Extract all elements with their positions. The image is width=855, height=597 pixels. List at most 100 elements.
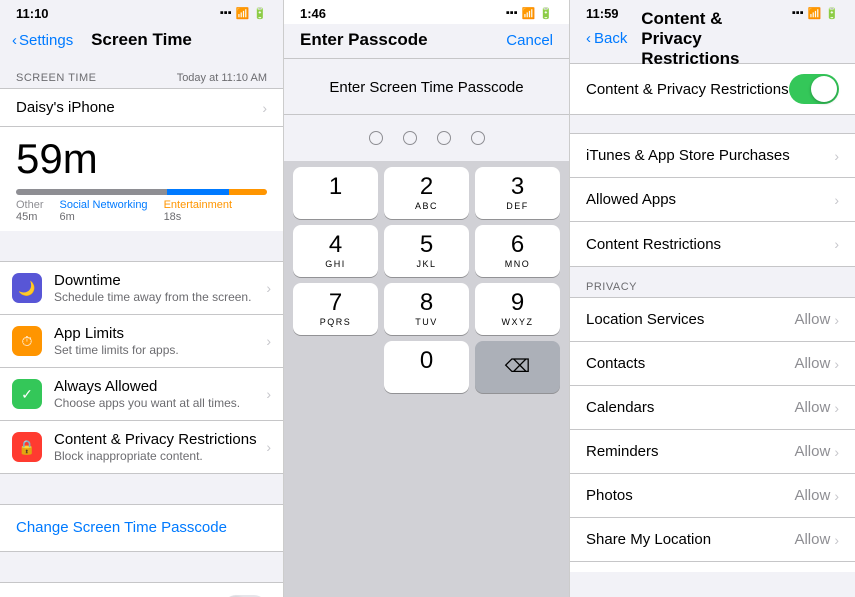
content-privacy-row[interactable]: 🔒 Content & Privacy Restrictions Block i… — [0, 421, 283, 473]
battery-icon-2: 🔋 — [539, 7, 553, 20]
key-1[interactable]: 1 — [293, 167, 378, 219]
key-0[interactable]: 0 — [384, 341, 469, 393]
section-label: SCREEN TIME — [16, 72, 96, 84]
section-gap-2 — [0, 474, 283, 492]
passcode-title: Enter Passcode — [300, 30, 428, 50]
status-bar-1: 11:10 ▪▪▪ 📶 🔋 — [0, 0, 283, 24]
passcode-panel: 1:46 ▪▪▪ 📶 🔋 Enter Passcode Cancel Enter… — [283, 0, 570, 597]
app-limits-row[interactable]: ⏱ App Limits Set time limits for apps. › — [0, 315, 283, 368]
itunes-right: › — [834, 148, 839, 164]
battery-icon-1: 🔋 — [253, 7, 267, 20]
section-gap-3 — [0, 552, 283, 570]
location-chevron-icon: › — [834, 312, 839, 328]
share-location-right: Allow › — [794, 531, 839, 548]
signal-icon-3: ▪▪▪ — [792, 7, 804, 19]
signal-icon-1: ▪▪▪ — [220, 7, 232, 19]
dot-2 — [403, 131, 417, 145]
share-location-row[interactable]: Share My Location Allow › — [570, 518, 855, 562]
passcode-prompt: Enter Screen Time Passcode — [284, 59, 569, 115]
key-empty — [293, 341, 378, 393]
wifi-icon-2: 📶 — [522, 7, 536, 20]
content-privacy-icon: 🔒 — [12, 432, 42, 462]
key-5[interactable]: 5 JKL — [384, 225, 469, 277]
section-date: Today at 11:10 AM — [177, 72, 267, 84]
keypad-row-1: 1 2 ABC 3 DEF — [290, 167, 563, 219]
downtime-chevron-icon: › — [266, 280, 271, 296]
bar-label-other: Other 45m — [16, 199, 44, 223]
reminders-chevron-icon: › — [834, 444, 839, 460]
key-2[interactable]: 2 ABC — [384, 167, 469, 219]
always-allowed-row[interactable]: ✓ Always Allowed Choose apps you want at… — [0, 368, 283, 421]
keypad-row-3: 7 PQRS 8 TUV 9 WXYZ — [290, 283, 563, 335]
calendars-row[interactable]: Calendars Allow › — [570, 386, 855, 430]
photos-right: Allow › — [794, 487, 839, 504]
back-button-3[interactable]: ‹ Back — [586, 30, 627, 47]
status-icons-3: ▪▪▪ 📶 🔋 — [792, 7, 839, 20]
content-privacy-toggle-label: Content & Privacy Restrictions — [586, 81, 789, 98]
settings-back-button[interactable]: ‹ Settings — [12, 32, 73, 49]
location-services-row[interactable]: Location Services Allow › — [570, 298, 855, 342]
calendars-chevron-icon: › — [834, 400, 839, 416]
time-3: 11:59 — [586, 6, 619, 21]
downtime-text: Downtime Schedule time away from the scr… — [54, 272, 260, 304]
usage-bar-chart: Other 45m Social Networking 6m Entertain… — [0, 185, 283, 231]
device-row[interactable]: Daisy's iPhone › — [0, 88, 283, 127]
content-restrictions-row[interactable]: Content Restrictions › — [570, 222, 855, 266]
section-gap-1 — [0, 231, 283, 249]
signal-icon-2: ▪▪▪ — [506, 7, 518, 19]
share-location-chevron-icon: › — [834, 532, 839, 548]
allowed-apps-row[interactable]: Allowed Apps › — [570, 178, 855, 222]
screen-time-panel: 11:10 ▪▪▪ 📶 🔋 ‹ Settings Screen Time SCR… — [0, 0, 283, 597]
bar-track — [16, 189, 267, 195]
dot-4 — [471, 131, 485, 145]
time-2: 1:46 — [300, 6, 326, 21]
share-group: Share Across Devices You can enable this… — [0, 582, 283, 597]
photos-chevron-icon: › — [834, 488, 839, 504]
time-display: 59m — [0, 127, 283, 185]
bluetooth-row[interactable]: Bluetooth Sharing Allow › — [570, 562, 855, 572]
chevron-left-icon-3: ‹ — [586, 30, 591, 47]
keypad-row-4: 0 ⌫ — [290, 341, 563, 393]
app-limits-text: App Limits Set time limits for apps. — [54, 325, 260, 357]
dot-3 — [437, 131, 451, 145]
app-limits-chevron-icon: › — [266, 333, 271, 349]
itunes-row[interactable]: iTunes & App Store Purchases › — [570, 134, 855, 178]
dot-1 — [369, 131, 383, 145]
delete-key[interactable]: ⌫ — [475, 341, 560, 393]
app-limits-icon: ⏱ — [12, 326, 42, 356]
itunes-chevron-icon: › — [834, 148, 839, 164]
bar-label-entertainment: Entertainment 18s — [164, 199, 232, 223]
chevron-left-icon: ‹ — [12, 32, 17, 49]
content-privacy-toggle-row: Content & Privacy Restrictions — [570, 63, 855, 115]
key-8[interactable]: 8 TUV — [384, 283, 469, 335]
content-privacy-toggle[interactable] — [789, 74, 839, 104]
screen-time-title: Screen Time — [91, 30, 192, 50]
change-passcode-label: Change Screen Time Passcode — [16, 519, 227, 536]
change-passcode-row[interactable]: Change Screen Time Passcode — [0, 504, 283, 552]
device-chevron-icon: › — [262, 100, 267, 116]
status-bar-2: 1:46 ▪▪▪ 📶 🔋 — [284, 0, 569, 24]
store-group: iTunes & App Store Purchases › Allowed A… — [570, 133, 855, 267]
allowed-apps-right: › — [834, 192, 839, 208]
time-1: 11:10 — [16, 6, 49, 21]
always-allowed-chevron-icon: › — [266, 386, 271, 402]
content-restrictions-right: › — [834, 236, 839, 252]
nav-bar-1: ‹ Settings Screen Time — [0, 24, 283, 58]
contacts-row[interactable]: Contacts Allow › — [570, 342, 855, 386]
cancel-button[interactable]: Cancel — [506, 32, 553, 49]
toggle-on-knob — [811, 76, 837, 102]
screen-time-section-header: SCREEN TIME Today at 11:10 AM — [0, 58, 283, 88]
downtime-row[interactable]: 🌙 Downtime Schedule time away from the s… — [0, 262, 283, 315]
keypad-row-2: 4 GHI 5 JKL 6 MNO — [290, 225, 563, 277]
key-4[interactable]: 4 GHI — [293, 225, 378, 277]
content-privacy-panel: 11:59 ▪▪▪ 📶 🔋 ‹ Back Content & Privacy R… — [570, 0, 855, 597]
key-9[interactable]: 9 WXYZ — [475, 283, 560, 335]
privacy-group: Location Services Allow › Contacts Allow… — [570, 297, 855, 572]
content-privacy-nav-title: Content & Privacy Restrictions — [641, 9, 784, 69]
photos-row[interactable]: Photos Allow › — [570, 474, 855, 518]
reminders-row[interactable]: Reminders Allow › — [570, 430, 855, 474]
key-7[interactable]: 7 PQRS — [293, 283, 378, 335]
key-6[interactable]: 6 MNO — [475, 225, 560, 277]
passcode-dots — [284, 115, 569, 161]
key-3[interactable]: 3 DEF — [475, 167, 560, 219]
